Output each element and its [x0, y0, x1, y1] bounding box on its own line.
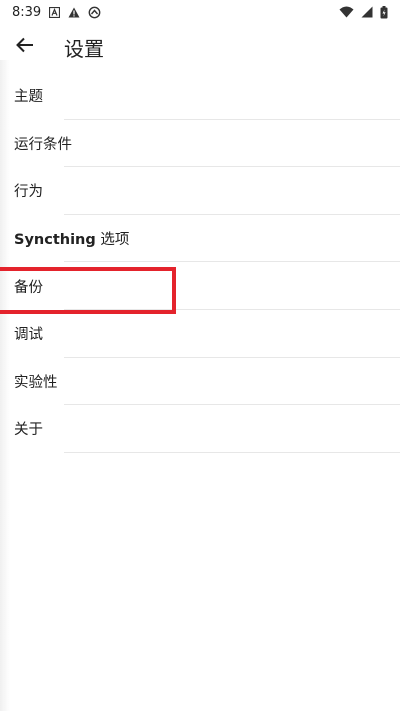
- status-left: 8:39: [12, 5, 101, 20]
- settings-item-about[interactable]: 关于: [0, 405, 400, 453]
- status-bar: 8:39: [0, 0, 400, 24]
- settings-item-label: 备份: [14, 279, 43, 296]
- settings-item-label: 运行条件: [14, 136, 72, 153]
- battery-icon: [380, 5, 388, 19]
- settings-item-label: Syncthing 选项: [14, 232, 130, 249]
- settings-item-behavior[interactable]: 行为: [0, 167, 400, 215]
- warning-icon: [68, 7, 80, 18]
- back-button[interactable]: [0, 24, 50, 70]
- settings-item-experimental[interactable]: 实验性: [0, 358, 400, 406]
- settings-item-debug[interactable]: 调试: [0, 310, 400, 358]
- signal-icon: [361, 6, 373, 18]
- status-time: 8:39: [12, 4, 42, 20]
- divider: [64, 451, 400, 453]
- settings-screen: 8:39 设置 主题 运行条件 行为 Syncthing 选项 备份 调试 实验…: [0, 0, 400, 711]
- settings-item-label: 主题: [14, 89, 43, 106]
- settings-item-label: 调试: [14, 327, 43, 344]
- page-title: 设置: [64, 36, 104, 61]
- status-right: [339, 5, 388, 19]
- settings-item-run-conditions[interactable]: 运行条件: [0, 120, 400, 168]
- sync-icon: [88, 6, 101, 19]
- settings-item-backup[interactable]: 备份: [0, 262, 400, 310]
- settings-item-syncthing-options[interactable]: Syncthing 选项: [0, 215, 400, 263]
- a-box-icon: [49, 6, 61, 18]
- settings-item-label: 关于: [14, 422, 43, 439]
- wifi-icon: [339, 6, 354, 18]
- arrow-left-icon: [16, 37, 34, 57]
- settings-list: 主题 运行条件 行为 Syncthing 选项 备份 调试 实验性 关于: [0, 72, 400, 453]
- settings-item-label: 实验性: [14, 374, 58, 391]
- settings-item-label: 行为: [14, 184, 43, 201]
- app-bar: 设置: [0, 24, 400, 70]
- settings-item-theme[interactable]: 主题: [0, 72, 400, 120]
